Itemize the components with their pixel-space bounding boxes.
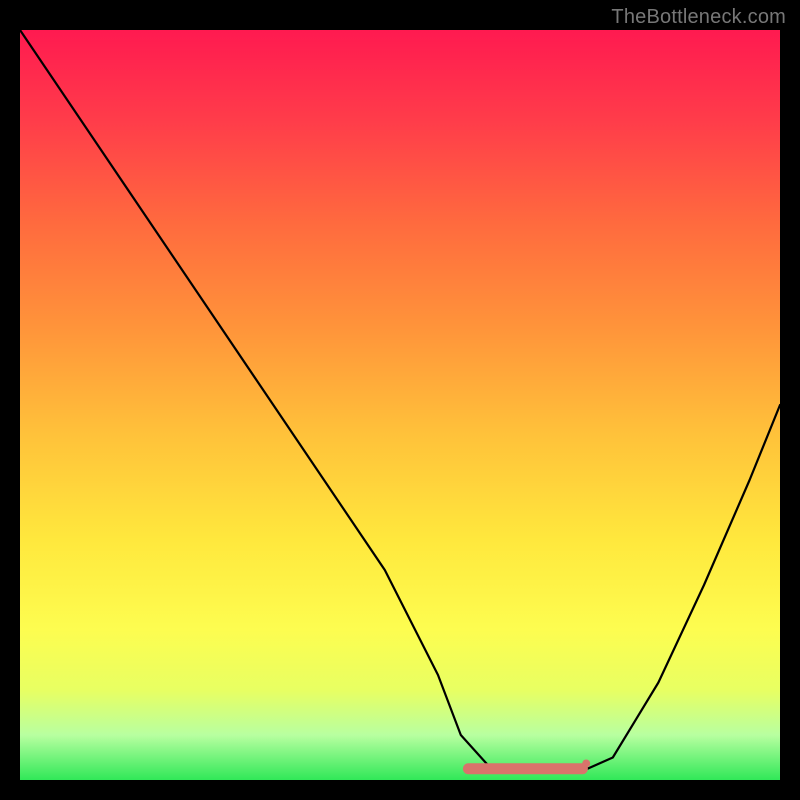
bottleneck-curve-path (20, 30, 780, 773)
chart-svg (20, 30, 780, 780)
chart-plot-area (20, 30, 780, 780)
valley-dot-right (582, 760, 590, 768)
watermark-text: TheBottleneck.com (611, 6, 786, 29)
chart-frame: TheBottleneck.com (0, 0, 800, 800)
